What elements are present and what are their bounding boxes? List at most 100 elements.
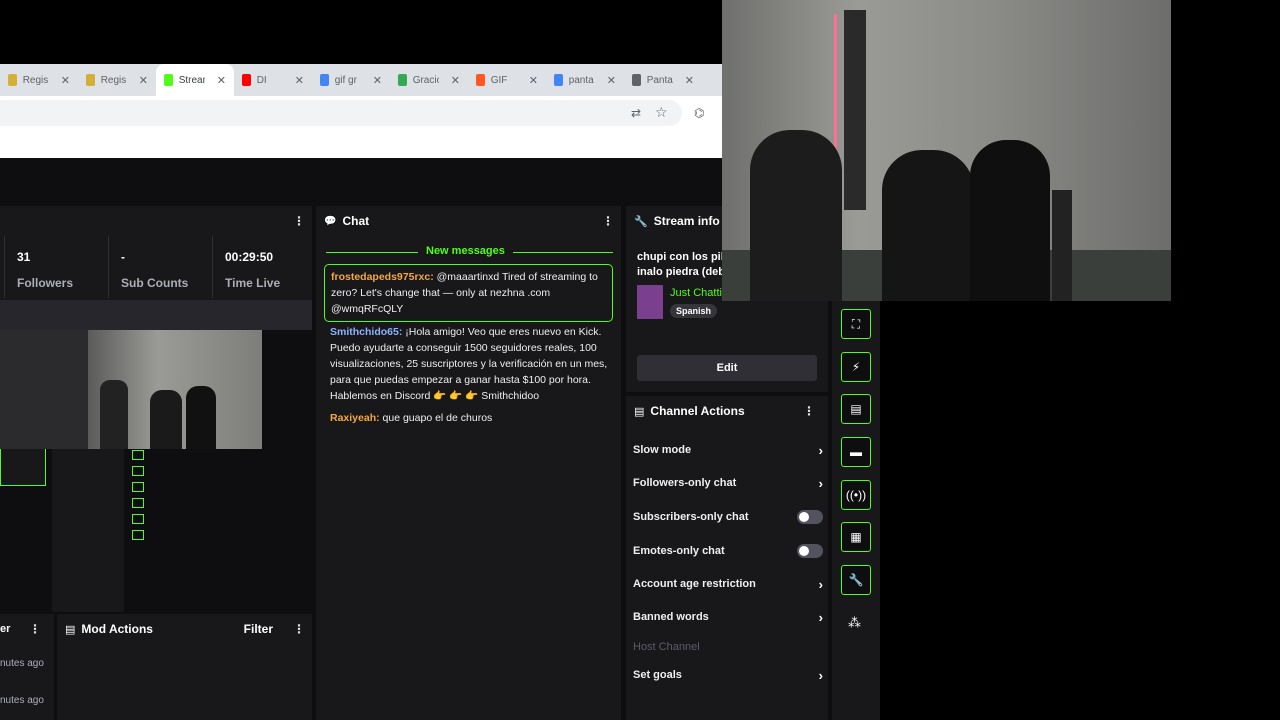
more-options-icon[interactable]: ⋮ xyxy=(293,214,305,228)
browser-tab[interactable]: panta ✕ xyxy=(546,64,624,96)
stats-panel-header: ⋮ xyxy=(0,206,312,236)
screenshot-icon[interactable]: ⛶ xyxy=(841,309,871,339)
browser-tab[interactable]: Regis ✕ xyxy=(78,64,156,96)
chat-username[interactable]: Raxiyeah: xyxy=(330,412,380,424)
preview-webcam xyxy=(0,330,262,449)
close-icon[interactable]: ✕ xyxy=(217,74,226,87)
category-link[interactable]: Just Chatti xyxy=(670,287,722,299)
chat-bubble-icon[interactable]: ▬ xyxy=(841,437,871,467)
chevron-right-icon: › xyxy=(818,576,823,592)
tab-label: panta xyxy=(568,74,594,86)
chat-message: frostedapeds975rxc: @maaartinxd Tired of… xyxy=(324,264,613,322)
site-icon xyxy=(86,74,95,86)
emotes-only-toggle[interactable] xyxy=(797,544,823,558)
subscribers-only-toggle[interactable] xyxy=(797,510,823,524)
close-icon[interactable]: ✕ xyxy=(373,74,382,87)
bolt-icon[interactable]: ⚡ xyxy=(841,352,871,382)
bubbles-icon[interactable]: ⁂ xyxy=(848,615,861,631)
subs-stat: - Sub Counts xyxy=(108,236,212,298)
new-messages-label: New messages xyxy=(418,245,513,257)
broadcast-icon[interactable]: ((•)) xyxy=(841,480,871,510)
preview-side-icons xyxy=(132,450,144,590)
action-label: Banned words xyxy=(633,611,709,623)
site-icon xyxy=(476,74,485,86)
person xyxy=(970,140,1050,301)
browser-tab-bar: Regis ✕ Regis ✕ Strean ✕ DI ✕ gif gr ✕ Gracic ✕ GIF ✕… xyxy=(0,64,722,96)
tab-label: GIF xyxy=(490,74,508,86)
wrench-icon[interactable]: 🔧 xyxy=(841,565,871,595)
notes-icon[interactable]: ▤ xyxy=(841,394,871,424)
translate-icon[interactable]: ⇄ xyxy=(631,106,641,120)
extension-icon[interactable]: ⌬ xyxy=(694,106,704,120)
time-value: 00:29:50 xyxy=(225,250,274,264)
person xyxy=(750,130,842,301)
tab-label: Regis xyxy=(100,74,127,86)
chat-username[interactable]: Smithchido65: xyxy=(330,326,402,338)
url-input[interactable] xyxy=(0,100,682,126)
more-options-icon[interactable]: ⋮ xyxy=(29,622,41,636)
browser-tab[interactable]: Strean ✕ xyxy=(156,64,234,96)
chat-bubble-icon: 💬 xyxy=(324,215,337,227)
time-ago: nutes ago xyxy=(0,695,44,706)
edit-button[interactable]: Edit xyxy=(637,355,817,381)
browser-tab[interactable]: DI ✕ xyxy=(234,64,312,96)
time-label: Time Live xyxy=(225,276,281,290)
speaker xyxy=(1052,190,1072,301)
tab-label: Strean xyxy=(178,74,205,86)
webcam-overlay xyxy=(722,0,1171,301)
followers-only-row[interactable]: Followers-only chat › xyxy=(633,475,823,491)
google-icon xyxy=(320,74,329,86)
browser-tab[interactable]: GIF ✕ xyxy=(468,64,546,96)
browser-page-top xyxy=(0,130,722,158)
banned-words-row[interactable]: Banned words › xyxy=(633,609,823,625)
tab-label: DI xyxy=(256,74,267,86)
mod-actions-title: Mod Actions xyxy=(81,622,153,636)
subscribers-only-row: Subscribers-only chat xyxy=(633,509,823,525)
chevron-right-icon: › xyxy=(818,609,823,625)
kick-icon xyxy=(164,74,173,86)
stream-info-title: Stream info xyxy=(653,214,720,228)
followers-stat: 31 Followers xyxy=(4,236,108,298)
close-icon[interactable]: ✕ xyxy=(139,74,148,87)
browser-tab[interactable]: Gracic ✕ xyxy=(390,64,468,96)
close-icon[interactable]: ✕ xyxy=(607,74,616,87)
preview-header xyxy=(0,300,312,330)
host-channel-row: Host Channel xyxy=(633,639,823,655)
left-bottom-title: er xyxy=(0,623,11,635)
chat-message: Raxiyeah: que guapo el de churos xyxy=(330,410,610,426)
close-icon[interactable]: ✕ xyxy=(451,74,460,87)
slow-mode-row[interactable]: Slow mode › xyxy=(633,442,823,458)
close-icon[interactable]: ✕ xyxy=(529,74,538,87)
close-icon[interactable]: ✕ xyxy=(685,74,694,87)
action-label: Set goals xyxy=(633,669,682,681)
doorway xyxy=(844,10,866,210)
filter-button[interactable]: Filter xyxy=(244,622,273,636)
emotes-only-row: Emotes-only chat xyxy=(633,543,823,559)
action-label: Subscribers-only chat xyxy=(633,511,749,523)
browser-tab[interactable]: Regis ✕ xyxy=(0,64,78,96)
monitor-icon xyxy=(632,74,641,86)
person xyxy=(882,150,974,301)
more-options-icon[interactable]: ⋮ xyxy=(803,404,815,418)
tab-label: Gracic xyxy=(412,74,439,86)
browser-tab[interactable]: Panta ✕ xyxy=(624,64,702,96)
subs-value: - xyxy=(121,250,125,264)
tab-label: Panta xyxy=(646,74,673,86)
set-goals-row[interactable]: Set goals › xyxy=(633,667,823,683)
stream-title: chupi con los pib inalo piedra (deb xyxy=(637,251,728,278)
action-label: Slow mode xyxy=(633,444,692,456)
browser-tab[interactable]: gif gr ✕ xyxy=(312,64,390,96)
close-icon[interactable]: ✕ xyxy=(61,74,70,87)
more-options-icon[interactable]: ⋮ xyxy=(293,622,305,636)
time-ago: nutes ago xyxy=(0,658,44,669)
layout-icon[interactable]: ▦ xyxy=(841,522,871,552)
account-age-row[interactable]: Account age restriction › xyxy=(633,576,823,592)
star-bookmark-icon[interactable]: ☆ xyxy=(655,104,668,121)
more-options-icon[interactable]: ⋮ xyxy=(602,214,614,228)
chat-title: Chat xyxy=(342,214,370,228)
action-label: Account age restriction xyxy=(633,578,756,590)
chat-username[interactable]: frostedapeds975rxc: xyxy=(331,271,434,283)
time-stat: 00:29:50 Time Live xyxy=(212,236,312,298)
chevron-right-icon: › xyxy=(818,475,823,491)
close-icon[interactable]: ✕ xyxy=(295,74,304,87)
